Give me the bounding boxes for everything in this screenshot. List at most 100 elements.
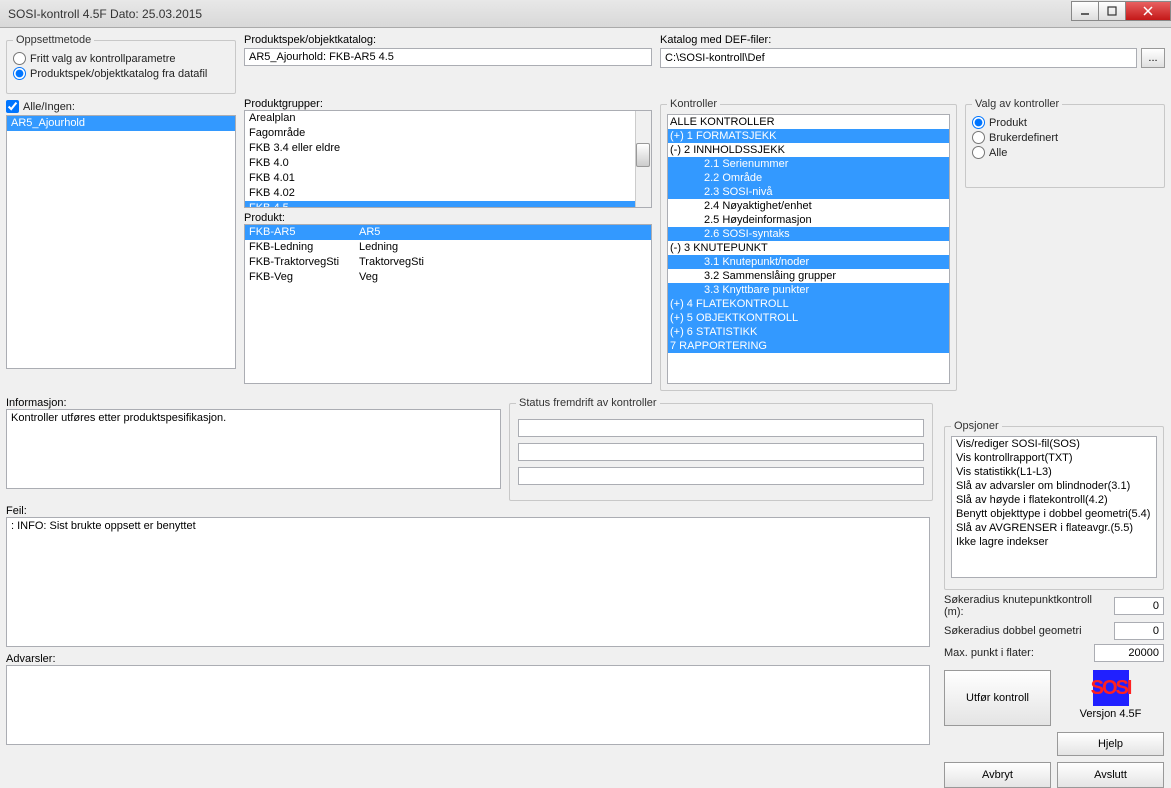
close-button[interactable]	[1125, 1, 1171, 21]
opsjoner-fieldset: Opsjoner Vis/rediger SOSI-fil(SOS)Vis ko…	[944, 420, 1164, 590]
param2-label: Søkeradius dobbel geometri	[944, 625, 1110, 637]
list-item[interactable]: Arealplan	[245, 111, 651, 126]
list-item[interactable]: 2.3 SOSI-nivå	[668, 185, 949, 199]
list-item[interactable]: 2.5 Høydeinformasjon	[668, 213, 949, 227]
status-legend: Status fremdrift av kontroller	[516, 397, 660, 409]
feil-box: : INFO: Sist brukte oppsett er benyttet	[6, 517, 930, 647]
produktspek-input[interactable]	[244, 48, 652, 66]
list-item[interactable]: Slå av høyde i flatekontroll(4.2)	[952, 493, 1156, 507]
list-item[interactable]: 7 RAPPORTERING	[668, 339, 949, 353]
valg-fieldset: Valg av kontroller Produkt Brukerdefiner…	[965, 98, 1165, 188]
list-item[interactable]: Vis kontrollrapport(TXT)	[952, 451, 1156, 465]
list-item[interactable]: Vis/rediger SOSI-fil(SOS)	[952, 437, 1156, 451]
list-item[interactable]: 3.3 Knyttbare punkter	[668, 283, 949, 297]
list-item[interactable]: FKB 4.01	[245, 171, 651, 186]
informasjon-box: Kontroller utføres etter produktspesifik…	[6, 409, 501, 489]
kontroller-listbox[interactable]: ALLE KONTROLLER(+) 1 FORMATSJEKK(-) 2 IN…	[667, 114, 950, 384]
minimize-button[interactable]	[1071, 1, 1099, 21]
produkt-listbox[interactable]: FKB-AR5AR5FKB-LedningLedningFKB-Traktorv…	[244, 224, 652, 384]
alle-ingen-checkbox[interactable]	[6, 100, 19, 113]
advarsler-label: Advarsler:	[6, 653, 930, 665]
list-item[interactable]: ALLE KONTROLLER	[668, 115, 949, 129]
kontroller-legend: Kontroller	[667, 98, 720, 110]
list-item[interactable]: 3.2 Sammenslåing grupper	[668, 269, 949, 283]
list-item[interactable]: Slå av advarsler om blindnoder(3.1)	[952, 479, 1156, 493]
radio-fritt-valg[interactable]	[13, 52, 26, 65]
list-item[interactable]: FKB 3.4 eller eldre	[245, 141, 651, 156]
list-item[interactable]: 2.6 SOSI-syntaks	[668, 227, 949, 241]
list-item[interactable]: FKB-TraktorvegStiTraktorvegSti	[245, 255, 651, 270]
maximize-button[interactable]	[1098, 1, 1126, 21]
radio-valg-bruker-label: Brukerdefinert	[989, 132, 1058, 144]
produktgrupper-listbox[interactable]: ArealplanFagområdeFKB 3.4 eller eldreFKB…	[244, 110, 652, 208]
progress-2	[518, 443, 924, 461]
status-fieldset: Status fremdrift av kontroller	[509, 397, 933, 501]
list-item[interactable]: (+) 6 STATISTIKK	[668, 325, 949, 339]
progress-1	[518, 419, 924, 437]
alle-listbox[interactable]: AR5_Ajourhold	[6, 115, 236, 369]
list-item[interactable]: Fagområde	[245, 126, 651, 141]
list-item[interactable]: Vis statistikk(L1-L3)	[952, 465, 1156, 479]
produktspek-label: Produktspek/objektkatalog:	[244, 34, 652, 46]
list-item[interactable]: AR5_Ajourhold	[7, 116, 235, 131]
list-item[interactable]: Benytt objekttype i dobbel geometri(5.4)	[952, 507, 1156, 521]
list-item[interactable]: (+) 4 FLATEKONTROLL	[668, 297, 949, 311]
avbryt-button[interactable]: Avbryt	[944, 762, 1051, 788]
alle-ingen-label: Alle/Ingen:	[23, 101, 75, 113]
radio-produktspek[interactable]	[13, 67, 26, 80]
list-item[interactable]: Slå av AVGRENSER i flateavgr.(5.5)	[952, 521, 1156, 535]
feil-text: : INFO: Sist brukte oppsett er benyttet	[11, 520, 196, 532]
opsjoner-listbox[interactable]: Vis/rediger SOSI-fil(SOS)Vis kontrollrap…	[951, 436, 1157, 578]
radio-fritt-valg-label: Fritt valg av kontrollparametre	[30, 53, 176, 65]
progress-3	[518, 467, 924, 485]
list-item[interactable]: 3.1 Knutepunkt/noder	[668, 255, 949, 269]
oppsettmetode-fieldset: Oppsettmetode Fritt valg av kontrollpara…	[6, 34, 236, 94]
produkt-label: Produkt:	[244, 212, 652, 224]
feil-label: Feil:	[6, 505, 930, 517]
scrollbar-thumb[interactable]	[636, 143, 650, 167]
list-item[interactable]: 2.1 Serienummer	[668, 157, 949, 171]
valg-legend: Valg av kontroller	[972, 98, 1062, 110]
utfor-kontroll-button[interactable]: Utfør kontroll	[944, 670, 1051, 726]
list-item[interactable]: (+) 1 FORMATSJEKK	[668, 129, 949, 143]
list-item[interactable]: FKB 4.02	[245, 186, 651, 201]
katalog-input[interactable]	[660, 48, 1137, 68]
radio-valg-bruker[interactable]	[972, 131, 985, 144]
radio-valg-alle-label: Alle	[989, 147, 1007, 159]
versjon-label: Versjon 4.5F	[1080, 708, 1142, 720]
list-item[interactable]: 2.4 Nøyaktighet/enhet	[668, 199, 949, 213]
radio-valg-produkt-label: Produkt	[989, 117, 1027, 129]
titlebar: SOSI-kontroll 4.5F Dato: 25.03.2015	[0, 0, 1171, 28]
advarsler-box	[6, 665, 930, 745]
kontroller-fieldset: Kontroller ALLE KONTROLLER(+) 1 FORMATSJ…	[660, 98, 957, 391]
radio-valg-produkt[interactable]	[972, 116, 985, 129]
param3-input[interactable]	[1094, 644, 1164, 662]
list-item[interactable]: FKB-VegVeg	[245, 270, 651, 285]
param2-input[interactable]	[1114, 622, 1164, 640]
list-item[interactable]: FKB-LedningLedning	[245, 240, 651, 255]
sosi-logo-icon: SOSI	[1093, 670, 1129, 706]
window-buttons	[1072, 1, 1171, 21]
list-item[interactable]: FKB 4.0	[245, 156, 651, 171]
list-item[interactable]: FKB 4.5	[245, 201, 651, 208]
avslutt-button[interactable]: Avslutt	[1057, 762, 1164, 788]
list-item[interactable]: FKB-AR5AR5	[245, 225, 651, 240]
param1-input[interactable]	[1114, 597, 1164, 615]
window-title: SOSI-kontroll 4.5F Dato: 25.03.2015	[8, 7, 202, 21]
opsjoner-legend: Opsjoner	[951, 420, 1002, 432]
produktgrupper-label: Produktgrupper:	[244, 98, 652, 110]
list-item[interactable]: Ikke lagre indekser	[952, 535, 1156, 549]
katalog-browse-button[interactable]: ...	[1141, 48, 1165, 68]
radio-valg-alle[interactable]	[972, 146, 985, 159]
param1-label: Søkeradius knutepunktkontroll (m):	[944, 594, 1110, 618]
informasjon-label: Informasjon:	[6, 397, 501, 409]
hjelp-button[interactable]: Hjelp	[1057, 732, 1164, 756]
oppsettmetode-legend: Oppsettmetode	[13, 34, 94, 46]
informasjon-text: Kontroller utføres etter produktspesifik…	[11, 412, 226, 424]
list-item[interactable]: (-) 3 KNUTEPUNKT	[668, 241, 949, 255]
param3-label: Max. punkt i flater:	[944, 647, 1090, 659]
list-item[interactable]: (-) 2 INNHOLDSSJEKK	[668, 143, 949, 157]
list-item[interactable]: (+) 5 OBJEKTKONTROLL	[668, 311, 949, 325]
logo-cell: SOSI Versjon 4.5F	[1057, 670, 1164, 726]
list-item[interactable]: 2.2 Område	[668, 171, 949, 185]
